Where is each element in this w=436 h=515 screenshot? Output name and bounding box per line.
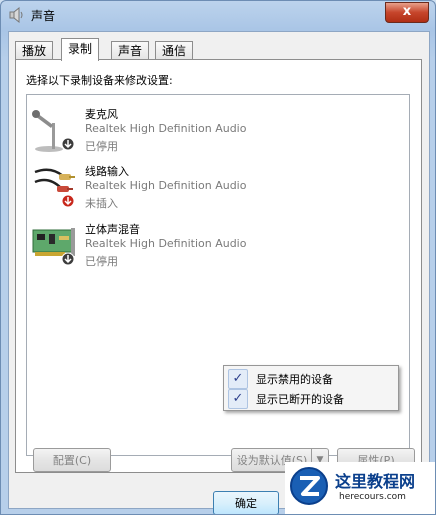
checkmark-icon: ✓ [228, 369, 248, 389]
device-item-stereo-mix[interactable]: 立体声混音 Realtek High Definition Audio 已停用 [27, 218, 327, 274]
tab-sounds[interactable]: 声音 [111, 41, 150, 60]
device-status: 未插入 [85, 197, 118, 210]
configure-button[interactable]: 配置(C) [33, 448, 111, 472]
device-status: 已停用 [85, 140, 118, 153]
menu-item-label: 显示禁用的设备 [256, 373, 333, 386]
instruction-text: 选择以下录制设备来修改设置: [26, 74, 173, 87]
unplugged-red-arrow-icon [61, 194, 75, 208]
close-button[interactable]: x [385, 2, 429, 23]
device-name: 立体声混音 [85, 223, 140, 236]
device-status: 已停用 [85, 255, 118, 268]
watermark-logo-icon [290, 467, 328, 505]
disabled-down-arrow-icon [61, 252, 75, 266]
device-name: 麦克风 [85, 108, 118, 121]
watermark-url: herecours.com [339, 492, 406, 502]
disabled-down-arrow-icon [61, 137, 75, 151]
device-driver: Realtek High Definition Audio [85, 179, 247, 192]
tab-communications[interactable]: 通信 [155, 41, 194, 60]
recording-panel: 选择以下录制设备来修改设置: 麦克风 Realtek High Definiti… [15, 59, 422, 473]
window-title: 声音 [31, 9, 56, 23]
device-item-microphone[interactable]: 麦克风 Realtek High Definition Audio 已停用 [27, 103, 327, 159]
watermark-title: 这里教程网 [335, 472, 416, 491]
device-list-context-menu: ✓ 显示禁用的设备 ✓ 显示已断开的设备 [223, 365, 399, 411]
device-name: 线路输入 [85, 165, 129, 178]
device-driver: Realtek High Definition Audio [85, 237, 247, 250]
checkmark-icon: ✓ [228, 389, 248, 409]
sound-dialog: 声音 x 播放 录制 声音 通信 选择以下录制设备来修改设置: 麦克风 Real… [0, 0, 436, 515]
speaker-icon [9, 7, 23, 23]
ok-button[interactable]: 确定 [213, 491, 279, 514]
menu-item-label: 显示已断开的设备 [256, 393, 344, 406]
title-bar[interactable]: 声音 x [1, 1, 435, 29]
tab-playback[interactable]: 播放 [15, 41, 54, 60]
device-item-line-in[interactable]: 线路输入 Realtek High Definition Audio 未插入 [27, 160, 327, 216]
menu-item-show-disconnected-devices[interactable]: ✓ 显示已断开的设备 [226, 388, 394, 409]
tab-recording[interactable]: 录制 [61, 38, 100, 61]
device-list[interactable]: 麦克风 Realtek High Definition Audio 已停用 线路… [26, 94, 410, 456]
watermark: 这里教程网 herecours.com [285, 462, 435, 514]
device-driver: Realtek High Definition Audio [85, 122, 247, 135]
dialog-body: 播放 录制 声音 通信 选择以下录制设备来修改设置: 麦克风 Realtek H… [8, 31, 430, 514]
menu-item-show-disabled-devices[interactable]: ✓ 显示禁用的设备 [226, 368, 394, 389]
